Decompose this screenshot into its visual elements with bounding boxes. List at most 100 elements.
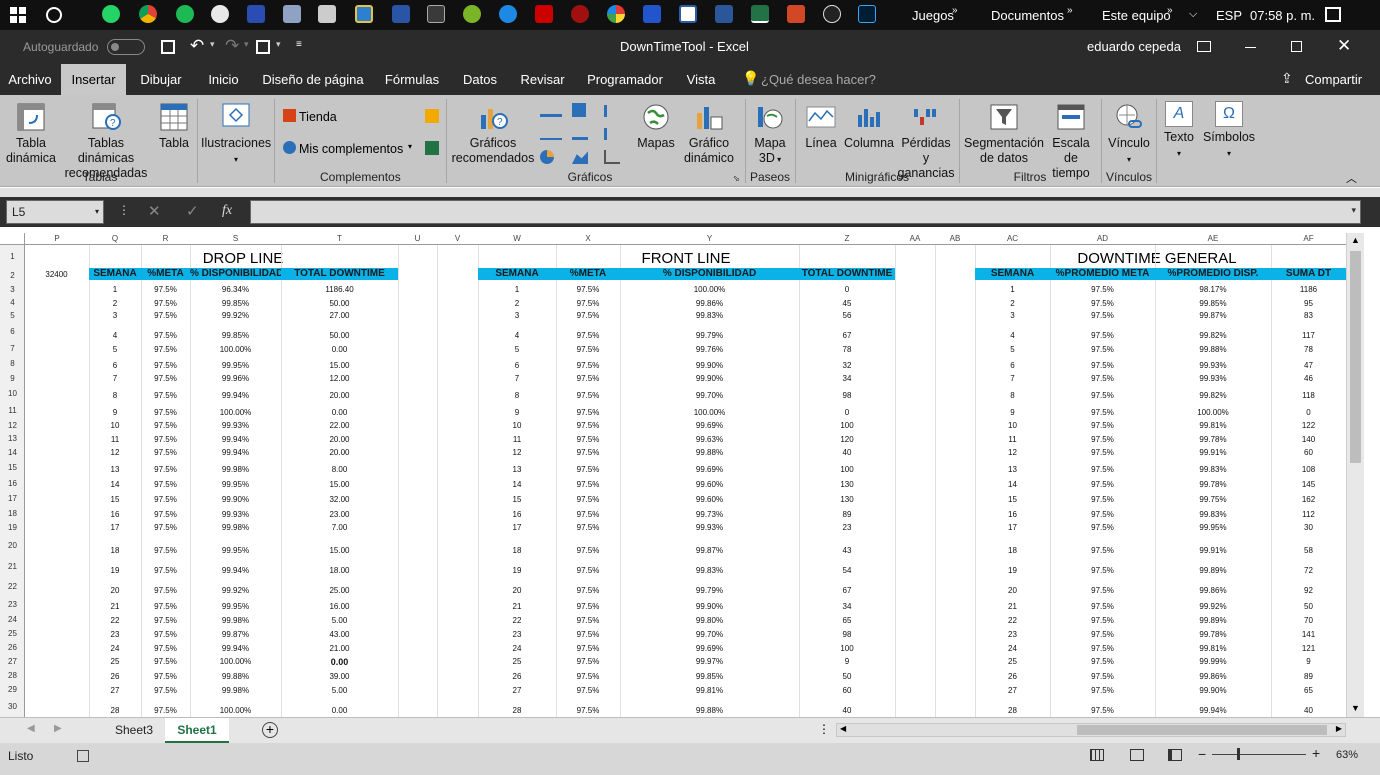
drop-line-cell[interactable]: 8 (89, 391, 141, 400)
drop-line-cell[interactable]: 17 (89, 523, 141, 532)
downtime-general-cell[interactable]: 99.94% (1155, 706, 1271, 715)
drop-line-cell[interactable]: 32.00 (281, 495, 398, 504)
column-header-t[interactable]: T (281, 234, 398, 243)
downtime-general-cell[interactable]: 97.5% (1050, 616, 1155, 625)
downtime-general-cell[interactable]: 89 (1271, 672, 1346, 681)
cortana-icon[interactable] (46, 7, 62, 23)
front-line-cell[interactable]: 0 (799, 408, 895, 417)
whatsapp-icon[interactable] (102, 5, 120, 23)
drop-line-cell[interactable]: 97.5% (141, 602, 190, 611)
downtime-general-cell[interactable]: 97.5% (1050, 546, 1155, 555)
downtime-general-cell[interactable]: 99.89% (1155, 566, 1271, 575)
column-header-v[interactable]: V (437, 234, 478, 243)
drop-line-cell[interactable]: 15.00 (281, 361, 398, 370)
front-line-cell[interactable]: 14 (478, 480, 556, 489)
front-line-cell[interactable]: 4 (478, 331, 556, 340)
row-header-11[interactable]: 11 (0, 406, 25, 415)
drop-line-cell[interactable]: 8.00 (281, 465, 398, 474)
undo-icon[interactable]: ↶ (190, 36, 204, 56)
downtime-general-cell[interactable]: 162 (1271, 495, 1346, 504)
downtime-general-cell[interactable]: 70 (1271, 616, 1346, 625)
front-line-cell[interactable]: 89 (799, 510, 895, 519)
drop-line-cell[interactable]: 25.00 (281, 586, 398, 595)
tell-me-search[interactable]: ¿Qué desea hacer? (761, 72, 876, 87)
drop-line-cell[interactable]: 97.5% (141, 630, 190, 639)
downtime-general-cell[interactable]: 97.5% (1050, 686, 1155, 695)
drop-line-cell[interactable]: 15 (89, 495, 141, 504)
downtime-general-cell[interactable]: 2 (975, 299, 1050, 308)
front-line-cell[interactable]: 99.90% (620, 374, 799, 383)
front-line-cell[interactable]: 97.5% (556, 465, 620, 474)
front-line-cell[interactable]: 97.5% (556, 630, 620, 639)
front-line-cell[interactable]: 97.5% (556, 602, 620, 611)
downtime-general-cell[interactable]: 28 (975, 706, 1050, 715)
downtime-general-cell[interactable]: 118 (1271, 391, 1346, 400)
front-line-cell[interactable]: 99.73% (620, 510, 799, 519)
downtime-general-cell[interactable]: 99.99% (1155, 657, 1271, 666)
downtime-general-cell[interactable]: 112 (1271, 510, 1346, 519)
name-box-dropdown-icon[interactable]: ▾ (95, 201, 99, 223)
normal-view-icon[interactable] (1090, 749, 1104, 761)
downtime-general-cell[interactable]: 83 (1271, 311, 1346, 320)
drop-line-cell[interactable]: 97.5% (141, 546, 190, 555)
downtime-general-cell[interactable]: 97.5% (1050, 480, 1155, 489)
row-header-9[interactable]: 9 (0, 374, 25, 383)
front-line-cell[interactable]: 99.83% (620, 566, 799, 575)
downtime-general-cell[interactable]: 121 (1271, 644, 1346, 653)
downtime-general-cell[interactable]: 97.5% (1050, 435, 1155, 444)
tab-datos[interactable]: Datos (456, 64, 504, 95)
sparkline-winloss-button[interactable]: Pérdidas y ganancias (897, 101, 955, 181)
column-header-y[interactable]: Y (620, 234, 799, 243)
front-line-cell[interactable]: 130 (799, 495, 895, 504)
front-line-cell[interactable]: 97.5% (556, 299, 620, 308)
downtime-general-cell[interactable]: 97.5% (1050, 566, 1155, 575)
waterfall-chart-icon[interactable] (604, 105, 624, 117)
front-line-cell[interactable]: 23 (799, 523, 895, 532)
downtime-general-cell[interactable]: 72 (1271, 566, 1346, 575)
row-header-10[interactable]: 10 (0, 389, 25, 398)
downtime-general-cell[interactable]: 18 (975, 546, 1050, 555)
illustrations-button[interactable]: Ilustraciones ▾ (201, 101, 271, 167)
column-header-u[interactable]: U (398, 234, 437, 243)
front-line-cell[interactable]: 99.80% (620, 616, 799, 625)
row-header-15[interactable]: 15 (0, 463, 25, 472)
sheet-bar-options-icon[interactable]: ⋮ (818, 722, 830, 736)
excel-icon[interactable] (751, 5, 769, 23)
zoom-in-icon[interactable]: + (1312, 745, 1320, 761)
downtime-general-cell[interactable]: 23 (975, 630, 1050, 639)
front-line-cell[interactable]: 97.5% (556, 586, 620, 595)
people-graph-icon[interactable] (425, 141, 439, 155)
downtime-general-cell[interactable]: 97.5% (1050, 586, 1155, 595)
drop-line-cell[interactable]: 15.00 (281, 480, 398, 489)
statistic-chart-icon[interactable] (572, 128, 588, 140)
row-header-7[interactable]: 7 (0, 344, 25, 353)
drop-line-cell[interactable]: 7.00 (281, 523, 398, 532)
drop-line-cell[interactable]: 99.98% (190, 523, 281, 532)
row-header-1[interactable]: 1 (0, 252, 25, 261)
downtime-general-cell[interactable]: 99.93% (1155, 374, 1271, 383)
front-line-cell[interactable]: 99.60% (620, 495, 799, 504)
store-icon[interactable] (283, 109, 296, 122)
column-header-ae[interactable]: AE (1155, 234, 1271, 243)
downtime-general-cell[interactable]: 97.5% (1050, 331, 1155, 340)
front-line-cell[interactable]: 32 (799, 361, 895, 370)
drop-line-cell[interactable]: 100.00% (190, 408, 281, 417)
downtime-general-cell[interactable]: 97.5% (1050, 345, 1155, 354)
drop-line-cell[interactable]: 4 (89, 331, 141, 340)
front-line-cell[interactable]: 24 (478, 644, 556, 653)
front-line-cell[interactable]: 12 (478, 448, 556, 457)
drop-line-cell[interactable]: 20.00 (281, 435, 398, 444)
zoom-level[interactable]: 63% (1336, 749, 1358, 761)
scroll-left-icon[interactable]: ◀ (840, 724, 846, 733)
downtime-general-cell[interactable]: 99.95% (1155, 523, 1271, 532)
downtime-general-cell[interactable]: 46 (1271, 374, 1346, 383)
downtime-general-cell[interactable]: 117 (1271, 331, 1346, 340)
downtime-general-cell[interactable]: 99.78% (1155, 630, 1271, 639)
drop-line-cell[interactable]: 14 (89, 480, 141, 489)
front-line-cell[interactable]: 11 (478, 435, 556, 444)
downtime-general-cell[interactable]: 27 (975, 686, 1050, 695)
row-header-3[interactable]: 3 (0, 285, 25, 294)
pie-chart-icon[interactable] (540, 150, 554, 164)
row-header-26[interactable]: 26 (0, 643, 25, 652)
app-icon[interactable] (392, 5, 410, 23)
